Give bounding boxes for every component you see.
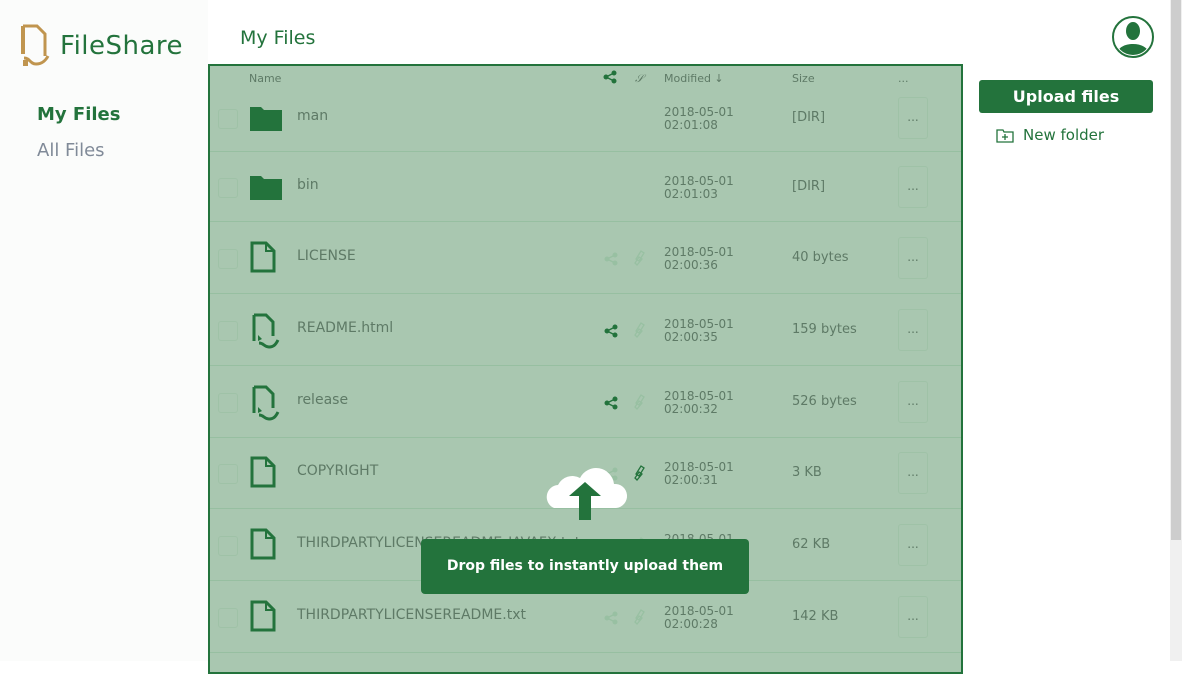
row-actions-button[interactable]: ...	[898, 452, 928, 494]
row-checkbox[interactable]	[218, 608, 238, 628]
modified-date: 2018-05-01 02:00:31	[664, 461, 734, 487]
folder-icon	[250, 174, 282, 204]
modified-date: 2018-05-01 02:01:03	[664, 175, 734, 201]
link-icon[interactable]	[634, 250, 646, 270]
share-icon	[603, 70, 617, 84]
row-actions-button[interactable]: ...	[898, 596, 928, 638]
row-actions-button[interactable]: ...	[898, 309, 928, 351]
modified-time: 02:00:31	[664, 473, 718, 487]
modified-date: 2018-05-01 02:00:32	[664, 390, 734, 416]
table-row[interactable]: bin 2018-05-01 02:01:03 [DIR] ...	[210, 152, 961, 222]
link-icon[interactable]	[634, 322, 646, 342]
row-checkbox[interactable]	[218, 178, 238, 198]
file-size: 3 KB	[792, 465, 822, 480]
modified-time: 02:01:08	[664, 118, 718, 132]
modified-date: 2018-05-01 02:01:08	[664, 106, 734, 132]
file-name[interactable]: LICENSE	[297, 248, 356, 264]
row-actions-button[interactable]: ...	[898, 237, 928, 279]
row-actions-button[interactable]: ...	[898, 381, 928, 423]
shared-file-icon	[250, 385, 280, 425]
table-row[interactable]: README.html 2018-05-01 02:00:35 159 bytes…	[210, 294, 961, 366]
file-size: 526 bytes	[792, 394, 857, 409]
file-icon	[250, 600, 276, 636]
row-checkbox[interactable]	[218, 464, 238, 484]
file-size: 62 KB	[792, 537, 831, 552]
logo-icon	[21, 24, 50, 66]
page-title: My Files	[240, 27, 316, 49]
row-actions-button[interactable]: ...	[898, 166, 928, 208]
file-icon	[250, 456, 276, 492]
file-size: [DIR]	[792, 110, 826, 125]
row-actions-button[interactable]: ...	[898, 97, 928, 139]
sidebar-item-my-files[interactable]: My Files	[37, 104, 120, 125]
share-icon[interactable]	[604, 251, 618, 270]
shared-file-icon	[250, 313, 280, 353]
row-actions-button[interactable]: ...	[898, 524, 928, 566]
dropzone-message: Drop files to instantly upload them	[421, 539, 749, 594]
sidebar: FileShare My Files All Files	[0, 0, 208, 661]
new-folder-icon	[996, 128, 1014, 143]
share-icon[interactable]	[604, 323, 618, 342]
table-row[interactable]: release 2018-05-01 02:00:32 526 bytes ...	[210, 366, 961, 438]
share-icon[interactable]	[604, 610, 618, 629]
logo[interactable]: FileShare	[20, 24, 183, 68]
modified-time: 02:00:32	[664, 402, 718, 416]
modified-date: 2018-05-01 02:00:35	[664, 318, 734, 344]
file-icon	[250, 528, 276, 564]
file-name[interactable]: COPYRIGHT	[297, 463, 378, 479]
modified-time: 02:00:35	[664, 330, 718, 344]
link-icon[interactable]	[634, 609, 646, 629]
file-size: 159 bytes	[792, 322, 857, 337]
file-size: [DIR]	[792, 179, 826, 194]
share-icon[interactable]	[604, 395, 618, 414]
new-folder-label: New folder	[1023, 126, 1105, 144]
modified-time: 02:00:28	[664, 617, 718, 631]
upload-files-button[interactable]: Upload files	[979, 80, 1153, 113]
table-row[interactable]: LICENSE 2018-05-01 02:00:36 40 bytes ...	[210, 222, 961, 294]
cloud-upload-icon	[546, 468, 628, 520]
row-checkbox[interactable]	[218, 109, 238, 129]
modified-date: 2018-05-01 02:00:36	[664, 246, 734, 272]
row-checkbox[interactable]	[218, 393, 238, 413]
user-avatar-icon[interactable]	[1112, 16, 1154, 58]
new-folder-button[interactable]: New folder	[996, 126, 1104, 144]
row-checkbox[interactable]	[218, 321, 238, 341]
row-checkbox[interactable]	[218, 536, 238, 556]
scrollbar-thumb[interactable]	[1171, 0, 1181, 540]
link-icon[interactable]	[634, 465, 646, 485]
file-name[interactable]: README.html	[297, 320, 393, 336]
sidebar-item-all-files[interactable]: All Files	[37, 140, 105, 161]
file-size: 40 bytes	[792, 250, 849, 265]
modified-date: 2018-05-01 02:00:28	[664, 605, 734, 631]
modified-time: 02:01:03	[664, 187, 718, 201]
link-icon[interactable]	[634, 394, 646, 414]
file-name[interactable]: man	[297, 108, 328, 124]
row-checkbox[interactable]	[218, 249, 238, 269]
table-row[interactable]: man 2018-05-01 02:01:08 [DIR] ...	[210, 84, 961, 152]
folder-icon	[250, 105, 282, 135]
file-name[interactable]: THIRDPARTYLICENSEREADME.txt	[297, 607, 526, 623]
file-name[interactable]: release	[297, 392, 348, 408]
file-size: 142 KB	[792, 609, 839, 624]
app-name: FileShare	[60, 31, 184, 61]
file-icon	[250, 241, 276, 277]
modified-time: 02:00:36	[664, 258, 718, 272]
file-name[interactable]: bin	[297, 177, 319, 193]
